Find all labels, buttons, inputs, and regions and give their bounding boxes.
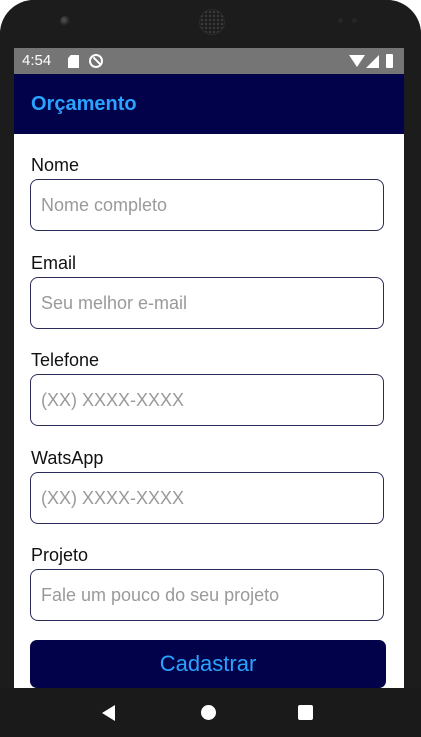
wifi-icon	[349, 55, 365, 67]
battery-icon	[386, 54, 393, 68]
phone-label: Telefone	[31, 350, 100, 370]
recents-icon[interactable]	[298, 705, 313, 720]
screen: 4:54 Orçamento Nome Email Telefone WatsA…	[14, 48, 404, 688]
device-frame: 4:54 Orçamento Nome Email Telefone WatsA…	[0, 0, 421, 737]
navigation-bar	[0, 688, 421, 737]
status-bar: 4:54	[14, 48, 404, 74]
camera-icon	[60, 16, 70, 26]
status-time: 4:54	[22, 52, 52, 69]
app-bar-title: Orçamento	[31, 93, 137, 115]
sd-card-icon	[68, 55, 79, 68]
device-top-bezel	[0, 0, 421, 48]
back-icon[interactable]	[102, 705, 115, 721]
speaker-icon	[199, 9, 225, 35]
email-label: Email	[31, 253, 77, 273]
whatsapp-input[interactable]	[30, 472, 384, 524]
phone-input[interactable]	[30, 374, 384, 426]
submit-button[interactable]: Cadastrar	[30, 640, 386, 688]
whatsapp-label: WatsApp	[31, 448, 104, 468]
name-label: Nome	[31, 155, 80, 175]
email-input[interactable]	[30, 277, 384, 329]
sync-icon	[89, 54, 103, 68]
sensor-icon	[338, 18, 364, 24]
project-input[interactable]	[30, 569, 384, 621]
home-icon[interactable]	[201, 705, 216, 720]
signal-icon	[366, 55, 379, 68]
project-label: Projeto	[31, 545, 89, 565]
app-bar: Orçamento	[14, 74, 404, 134]
name-input[interactable]	[30, 179, 384, 231]
